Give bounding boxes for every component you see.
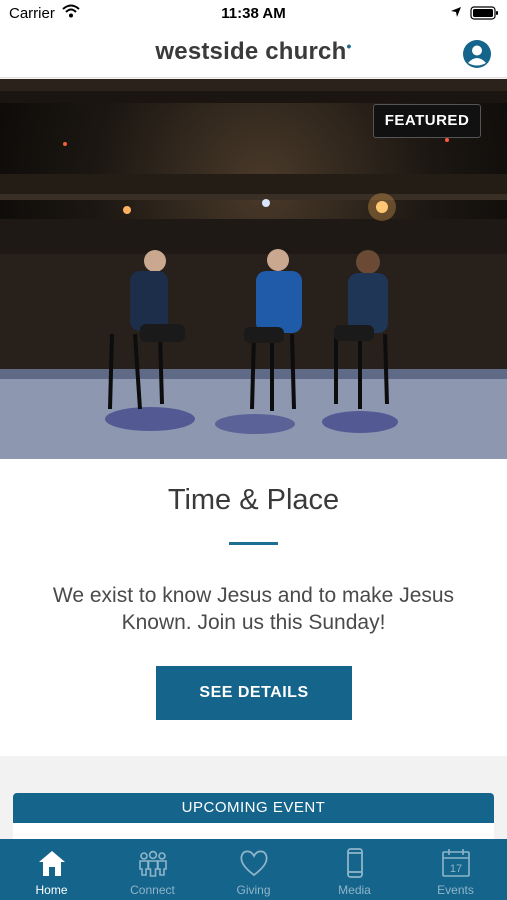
tab-events[interactable]: 17 Events <box>405 839 506 900</box>
svg-text:17: 17 <box>450 863 462 875</box>
people-icon <box>139 850 167 877</box>
tab-giving-label: Giving <box>236 883 271 897</box>
app-header: westside church• <box>0 28 507 78</box>
clock: 11:38 AM <box>221 5 286 22</box>
upcoming-event-heading: UPCOMING EVENT <box>13 793 494 823</box>
brand-dot: • <box>346 38 352 54</box>
brand-name: westside church <box>155 38 347 65</box>
heart-icon <box>240 850 268 877</box>
profile-icon[interactable] <box>462 39 492 69</box>
featured-hero-image[interactable]: FEATURED <box>0 79 507 459</box>
tab-media-label: Media <box>338 883 371 897</box>
feature-card: Time & Place We exist to know Jesus and … <box>0 459 507 756</box>
feature-title: Time & Place <box>167 484 340 516</box>
tab-connect[interactable]: Connect <box>102 839 203 900</box>
calendar-icon: 17 <box>442 849 470 877</box>
battery-icon <box>470 6 498 20</box>
tab-home[interactable]: Home <box>1 839 102 900</box>
tab-media[interactable]: Media <box>304 839 405 900</box>
upcoming-event-card[interactable]: UPCOMING EVENT <box>13 793 494 843</box>
bottom-tab-bar: Home Connect Giving Media 17 Events <box>0 839 507 900</box>
title-divider <box>229 542 278 545</box>
home-icon <box>39 851 65 876</box>
phone-icon <box>347 848 363 878</box>
tab-giving[interactable]: Giving <box>203 839 304 900</box>
tab-home-label: Home <box>35 883 68 897</box>
brand-logo: westside church• <box>0 38 507 66</box>
feature-description: We exist to know Jesus and to make Jesus… <box>52 584 455 634</box>
tab-connect-label: Connect <box>130 883 175 897</box>
tab-events-label: Events <box>437 883 474 897</box>
see-details-button[interactable]: SEE DETAILS <box>156 666 352 720</box>
featured-badge: FEATURED <box>373 104 481 138</box>
location-arrow-icon <box>451 7 461 17</box>
status-bar: Carrier 11:38 AM <box>0 0 507 28</box>
